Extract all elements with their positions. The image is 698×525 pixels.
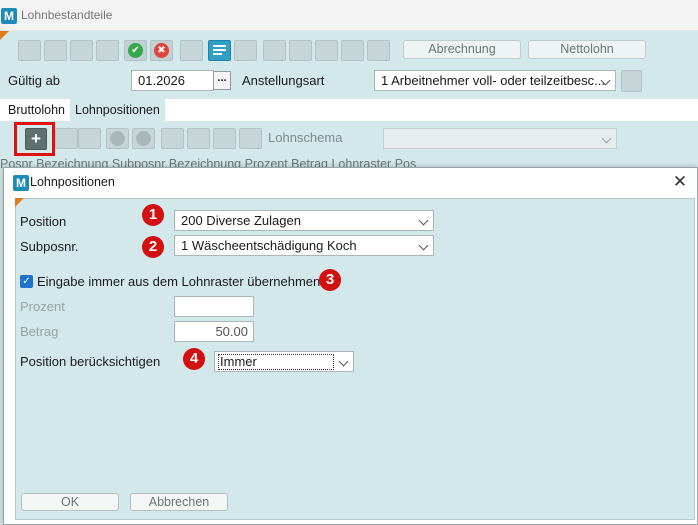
list-icon (213, 45, 226, 55)
discard-button[interactable]: ✖ (150, 40, 173, 61)
corner-marker-icon (15, 198, 24, 207)
anstellungsart-value: 1 Arbeitnehmer voll- oder teilzeitbesc..… (381, 73, 605, 88)
toolbar-button-14[interactable] (367, 40, 390, 61)
window-titlebar: M Lohnbestandteile (0, 0, 698, 31)
dialog-body: Position 1 200 Diverse Zulagen Subposnr.… (15, 198, 695, 520)
chevron-down-icon (418, 240, 429, 251)
lohnraster-checkbox-label[interactable]: Eingabe immer aus dem Lohnraster überneh… (37, 274, 320, 289)
toolbar-button-4[interactable] (96, 40, 119, 61)
corner-marker-icon (0, 31, 9, 40)
subtoolbar-button-6[interactable] (161, 128, 184, 149)
check-circle-icon (110, 131, 125, 146)
toolbar-button-10[interactable] (263, 40, 286, 61)
nettolohn-button[interactable]: Nettolohn (528, 40, 646, 59)
subposnr-label: Subposnr. (20, 239, 79, 254)
toolbar-button-13[interactable] (341, 40, 364, 61)
betrag-label: Betrag (20, 324, 59, 339)
subposnr-value: 1 Wäscheentschädigung Koch (181, 238, 357, 253)
subtoolbar-button-3[interactable] (78, 128, 101, 149)
subposnr-select[interactable]: 1 Wäscheentschädigung Koch (174, 235, 434, 256)
prozent-label: Prozent (20, 299, 65, 314)
subtoolbar-button-7[interactable] (187, 128, 210, 149)
annotation-badge-1: 1 (142, 204, 164, 226)
chevron-down-icon (601, 133, 612, 144)
annotation-badge-3: 3 (319, 269, 341, 291)
toolbar-button-2[interactable] (44, 40, 67, 61)
anstellungsart-extra-button[interactable] (621, 70, 642, 92)
ok-button[interactable]: OK (21, 493, 119, 511)
list-view-button[interactable] (208, 40, 231, 61)
prozent-input[interactable] (174, 296, 254, 317)
toolbar-button-3[interactable] (70, 40, 93, 61)
tab-strip: Bruttolohn Lohnpositionen (0, 99, 698, 121)
lohnschema-label: Lohnschema (268, 130, 343, 145)
subtoolbar-button-9[interactable] (239, 128, 262, 149)
subtoolbar-confirm-button[interactable] (106, 128, 129, 149)
gueltig-ab-label: Gültig ab (8, 73, 61, 88)
window-title: Lohnbestandteile (21, 8, 113, 22)
close-icon[interactable]: ✕ (669, 171, 691, 193)
date-picker-button[interactable]: ... (213, 71, 231, 90)
toolbar-button-12[interactable] (315, 40, 338, 61)
abrechnung-button[interactable]: Abrechnung (403, 40, 521, 59)
dialog-title: Lohnpositionen (30, 175, 115, 189)
toolbar-button-1[interactable] (18, 40, 41, 61)
tab-bruttolohn[interactable]: Bruttolohn (3, 99, 70, 121)
position-select[interactable]: 200 Diverse Zulagen (174, 210, 434, 231)
anstellungsart-select[interactable]: 1 Arbeitnehmer voll- oder teilzeitbesc..… (374, 70, 616, 91)
chevron-down-icon (338, 356, 349, 367)
toolbar-button-7[interactable] (180, 40, 203, 61)
subtoolbar-discard-button[interactable] (132, 128, 155, 149)
abbrechen-button[interactable]: Abbrechen (130, 493, 228, 511)
dialog-logo-icon: M (13, 175, 29, 191)
anstellungsart-label: Anstellungsart (242, 73, 325, 88)
subtoolbar-button-8[interactable] (213, 128, 236, 149)
lohnpositionen-dialog: M Lohnpositionen ✕ Position 1 200 Divers… (3, 167, 698, 525)
lohnraster-checkbox[interactable]: ✓ (20, 275, 33, 288)
position-label: Position (20, 214, 67, 229)
gueltig-ab-field[interactable]: 01.2026 (131, 70, 214, 91)
app-logo-icon: M (1, 8, 17, 24)
tab-lohnpositionen[interactable]: Lohnpositionen (70, 99, 165, 121)
lohnschema-select[interactable] (383, 128, 617, 149)
subtoolbar-button-2[interactable] (55, 128, 78, 149)
x-circle-icon (136, 131, 151, 146)
position-value: 200 Diverse Zulagen (181, 213, 301, 228)
annotation-badge-2: 2 (142, 236, 164, 258)
chevron-down-icon (418, 215, 429, 226)
betrag-input[interactable]: 50.00 (174, 321, 254, 342)
add-position-button[interactable]: + (25, 128, 47, 150)
confirm-button[interactable]: ✔ (124, 40, 147, 61)
toolbar-button-9[interactable] (234, 40, 257, 61)
annotation-badge-4: 4 (183, 348, 205, 370)
plus-icon: + (31, 129, 41, 148)
check-circle-icon: ✔ (128, 43, 143, 58)
x-circle-icon: ✖ (154, 43, 169, 58)
toolbar-button-11[interactable] (289, 40, 312, 61)
beruecksichtigen-select[interactable]: Immer (214, 351, 354, 372)
beruecksichtigen-label: Position berücksichtigen (20, 354, 161, 369)
beruecksichtigen-value: Immer (218, 354, 334, 370)
